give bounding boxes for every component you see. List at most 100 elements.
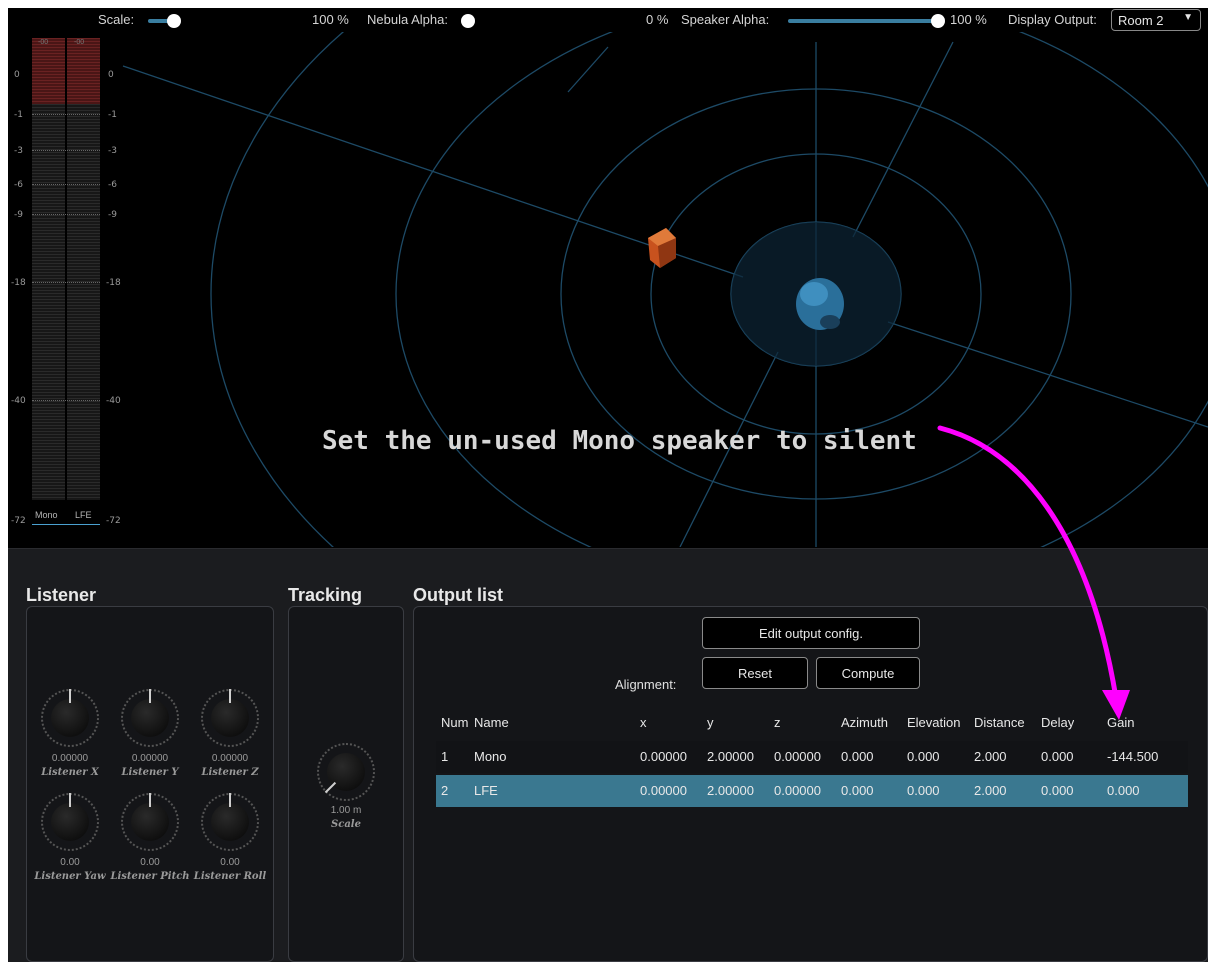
cell-delay: 0.000	[1041, 783, 1074, 798]
meter-scale-label: -18	[106, 278, 121, 288]
column-header-y[interactable]: y	[707, 715, 714, 730]
listener-yaw-knob[interactable]	[41, 793, 99, 851]
reset-button[interactable]: Reset	[702, 657, 808, 689]
cell-z: 0.00000	[774, 749, 821, 764]
meter-gridline	[32, 400, 100, 401]
meter-scale-label: -9	[108, 210, 117, 220]
meter-scale-label: -40	[106, 396, 121, 406]
scale-slider-thumb[interactable]	[167, 14, 181, 28]
app-window: Scale: 100 % Nebula Alpha: 0 % Speaker A…	[8, 8, 1208, 962]
tracking-scale-value: 1.00 m	[330, 805, 362, 816]
column-header-name[interactable]: Name	[474, 715, 509, 730]
meter-bars	[32, 38, 100, 508]
meter-scale-label: -18	[11, 278, 26, 288]
column-header-gain[interactable]: Gain	[1107, 715, 1134, 730]
column-header-num[interactable]: Num	[441, 715, 469, 730]
listener-z-knob[interactable]	[201, 689, 259, 747]
listener-roll-knob[interactable]	[201, 793, 259, 851]
meter-scale-label: -6	[14, 180, 23, 190]
listener-roll-value: 0.00	[220, 857, 240, 868]
listener-x-knob[interactable]	[41, 689, 99, 747]
meter-scale-label: 0	[14, 70, 20, 80]
cell-distance: 2.000	[974, 749, 1007, 764]
cell-elevation: 0.000	[907, 783, 940, 798]
meter-scale-label: -9	[14, 210, 23, 220]
meter-peak-lfe: -00	[74, 39, 85, 46]
listener-pitch-label: Listener Pitch	[110, 871, 190, 882]
listener-panel: 0.00000 Listener X 0.00000 Listener Y 0.…	[26, 606, 274, 962]
output-list-title: Output list	[413, 585, 503, 605]
tracking-panel: 1.00 m Scale	[288, 606, 404, 962]
level-meter: 0 0 -1 -1 -3 -3 -6 -6 -9 -9 -18 -18 -40 …	[8, 32, 133, 526]
cell-gain[interactable]: 0.000	[1107, 783, 1140, 798]
scale-slider[interactable]	[148, 14, 181, 28]
speaker-alpha-slider-thumb[interactable]	[931, 14, 945, 28]
control-panel: Listener Tracking Output list 0.00000 Li…	[8, 548, 1208, 962]
listener-head-icon	[796, 278, 844, 330]
meter-bar-mono	[32, 38, 65, 500]
column-header-distance[interactable]: Distance	[974, 715, 1025, 730]
meter-gridline	[32, 282, 100, 283]
listener-roll-label: Listener Roll	[193, 871, 267, 882]
nebula-alpha-label: Nebula Alpha:	[367, 12, 448, 27]
tracking-scale-knob[interactable]	[317, 743, 375, 801]
annotation-text: Set the un-used Mono speaker to silent	[322, 426, 917, 456]
speaker-alpha-slider[interactable]	[788, 14, 946, 28]
meter-scale-label: -1	[108, 110, 117, 120]
meter-channel-mono: Mono	[35, 510, 58, 520]
nebula-alpha-value: 0 %	[646, 12, 669, 27]
meter-channel-lfe: LFE	[75, 510, 92, 520]
cell-x: 0.00000	[640, 783, 687, 798]
meter-gridline	[32, 114, 100, 115]
column-header-delay[interactable]: Delay	[1041, 715, 1074, 730]
listener-z-label: Listener Z	[201, 767, 259, 778]
table-row[interactable]: 1 Mono 0.00000 2.00000 0.00000 0.000 0.0…	[436, 741, 1188, 773]
column-header-z[interactable]: z	[774, 715, 781, 730]
listener-y-value: 0.00000	[131, 753, 169, 764]
nebula-alpha-slider-thumb[interactable]	[461, 14, 475, 28]
speaker-icon	[648, 228, 676, 268]
meter-gridline	[32, 150, 100, 151]
meter-scale-label: -3	[108, 146, 117, 156]
listener-title: Listener	[26, 585, 97, 605]
meter-scale-label: -1	[14, 110, 23, 120]
display-output-value: Room 2	[1118, 13, 1164, 28]
listener-y-knob[interactable]	[121, 689, 179, 747]
speaker-field-grid	[122, 32, 1208, 547]
compute-button[interactable]: Compute	[816, 657, 920, 689]
cell-y: 2.00000	[707, 783, 754, 798]
cell-num: 2	[441, 783, 449, 798]
speaker-alpha-label: Speaker Alpha:	[681, 12, 770, 27]
cell-distance: 2.000	[974, 783, 1007, 798]
meter-gridline	[32, 214, 100, 215]
3d-viewport[interactable]: Set the un-used Mono speaker to silent	[8, 32, 1208, 547]
meter-scale-label: -72	[106, 516, 121, 526]
listener-pitch-knob[interactable]	[121, 793, 179, 851]
display-output-label: Display Output:	[1008, 12, 1097, 27]
column-header-x[interactable]: x	[640, 715, 647, 730]
column-header-azimuth[interactable]: Azimuth	[841, 715, 888, 730]
listener-x-label: Listener X	[41, 767, 99, 778]
meter-scale-label: -72	[11, 516, 26, 526]
tracking-title: Tracking	[288, 585, 363, 605]
cell-azimuth: 0.000	[841, 749, 874, 764]
cell-name: LFE	[474, 783, 498, 798]
chevron-down-icon: ▼	[1183, 12, 1193, 23]
cell-delay: 0.000	[1041, 749, 1074, 764]
cell-z: 0.00000	[774, 783, 821, 798]
display-output-dropdown[interactable]: Room 2 ▼	[1111, 9, 1201, 31]
cell-elevation: 0.000	[907, 749, 940, 764]
table-row-selected[interactable]: 2 LFE 0.00000 2.00000 0.00000 0.000 0.00…	[436, 775, 1188, 807]
meter-scale-label: 0	[108, 70, 114, 80]
scale-label: Scale:	[98, 12, 135, 27]
cell-y: 2.00000	[707, 749, 754, 764]
top-toolbar: Scale: 100 % Nebula Alpha: 0 % Speaker A…	[8, 8, 1208, 32]
meter-underline	[32, 524, 100, 525]
nebula-alpha-slider[interactable]	[460, 14, 476, 28]
column-header-elevation[interactable]: Elevation	[907, 715, 960, 730]
edit-output-config-button[interactable]: Edit output config.	[702, 617, 920, 649]
cell-azimuth: 0.000	[841, 783, 874, 798]
cell-gain[interactable]: -144.500	[1107, 749, 1158, 764]
tracking-scale-label: Scale	[331, 819, 361, 830]
listener-yaw-value: 0.00	[60, 857, 80, 868]
